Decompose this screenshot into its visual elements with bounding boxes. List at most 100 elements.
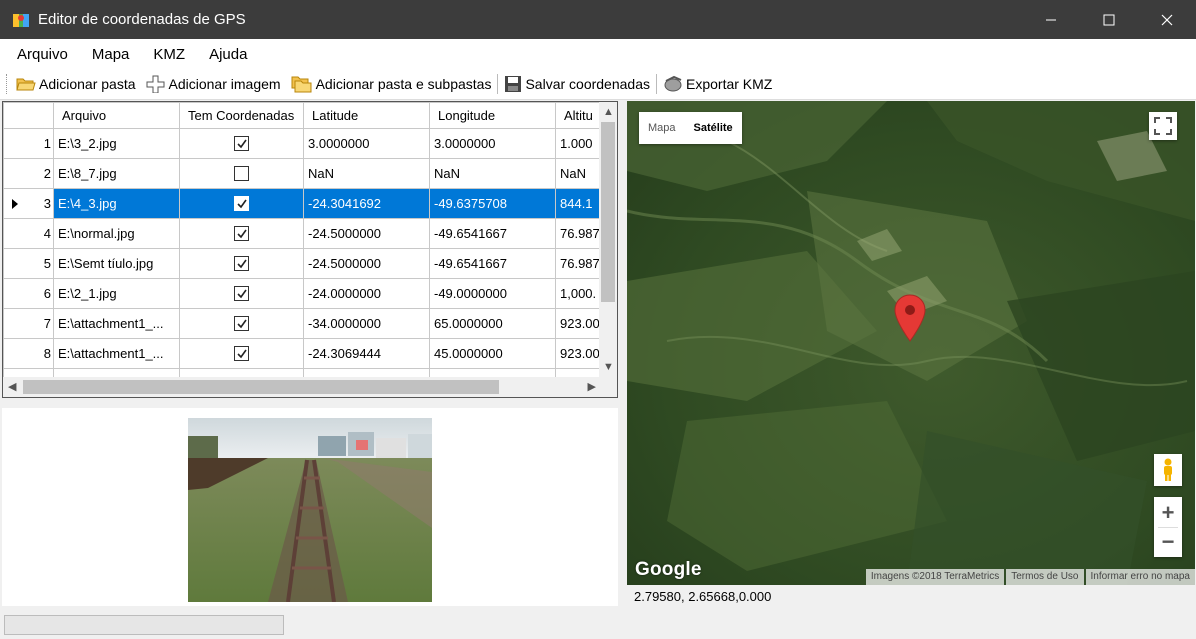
column-header-latitude[interactable]: Latitude [303,102,430,129]
has-coordinates-checkbox[interactable] [234,226,249,241]
checkmark-icon [236,259,247,268]
table-row[interactable]: 2 E:\8_7.jpg NaN NaN NaN [3,158,616,189]
table-row[interactable]: 4 E:\normal.jpg -24.5000000 -49.6541667 76.9… [3,218,616,249]
title-bar: Editor de coordenadas de GPS [0,0,1196,39]
grid-horizontal-scrollbar[interactable]: ◀ ▶ [3,377,601,397]
cell-latitude[interactable]: -24.5000000 [303,248,430,279]
map-type-mapa[interactable]: Mapa [639,122,685,134]
has-coordinates-checkbox[interactable] [234,286,249,301]
cell-latitude[interactable]: -34.0000000 [303,308,430,339]
cell-arquivo[interactable]: E:\8_7.jpg [53,158,180,189]
menu-ajuda[interactable]: Ajuda [201,46,255,63]
has-coordinates-checkbox[interactable] [234,316,249,331]
cell-arquivo[interactable]: E:\normal.jpg [53,218,180,249]
vertical-scroll-thumb[interactable] [601,122,615,302]
scroll-down-icon[interactable]: ▼ [603,361,614,373]
map-type-satelite[interactable]: Satélite [685,122,742,134]
cell-arquivo[interactable]: E:\2_1.jpg [53,278,180,309]
cell-longitude[interactable]: -49.6541667 [429,248,556,279]
table-row[interactable]: 5 E:\Semt tíulo.jpg -24.5000000 -49.6541667… [3,248,616,279]
cell-tem-coordenadas [179,188,304,219]
add-folder-subfolders-button[interactable]: Adicionar pasta e subpastas [291,75,492,93]
save-coordinates-button[interactable]: Salvar coordenadas [504,75,650,93]
row-number: 1 [43,136,51,151]
toolbar-grip[interactable] [6,74,10,94]
row-header[interactable]: 5 [3,248,54,279]
scroll-up-icon[interactable]: ▲ [603,106,614,118]
cell-longitude[interactable]: 45.0000000 [429,338,556,369]
report-error-link[interactable]: Informar erro no mapa [1085,569,1195,585]
cell-arquivo[interactable]: E:\3_2.jpg [53,128,180,159]
fullscreen-button[interactable] [1149,112,1177,140]
add-folder-subfolders-label: Adicionar pasta e subpastas [315,76,492,92]
cell-tem-coordenadas [179,308,304,339]
has-coordinates-checkbox[interactable] [234,166,249,181]
fullscreen-icon [1154,117,1172,135]
row-header[interactable]: 1 [3,128,54,159]
cell-arquivo[interactable]: E:\Semt tíulo.jpg [53,248,180,279]
table-row[interactable]: 3 E:\4_3.jpg -24.3041692 -49.6375708 844.1 [3,188,616,219]
cell-longitude[interactable]: -49.0000000 [429,278,556,309]
cell-arquivo[interactable]: E:\4_3.jpg [53,188,180,219]
add-folder-button[interactable]: Adicionar pasta [16,76,136,92]
street-view-pegman-button[interactable] [1154,454,1182,486]
add-image-button[interactable]: Adicionar imagem [146,75,281,93]
row-header[interactable]: 3 [3,188,54,219]
cell-latitude[interactable]: -24.3069444 [303,338,430,369]
checkmark-icon [236,139,247,148]
grid-vertical-scrollbar[interactable]: ▲ ▼ [599,102,617,377]
cell-latitude[interactable]: 3.0000000 [303,128,430,159]
export-kmz-button[interactable]: Exportar KMZ [663,75,772,93]
cell-arquivo[interactable]: E:\attachment1_... [53,338,180,369]
menu-arquivo[interactable]: Arquivo [9,46,76,63]
row-number: 2 [43,166,51,181]
menu-kmz[interactable]: KMZ [145,46,193,63]
pegman-icon [1164,458,1172,481]
table-row[interactable]: 6 E:\2_1.jpg -24.0000000 -49.0000000 1,000. [3,278,616,309]
map-view[interactable]: Mapa Satélite + − Google Imagens ©2018 T… [627,101,1195,585]
has-coordinates-checkbox[interactable] [234,256,249,271]
close-button[interactable] [1138,0,1196,39]
row-number: 8 [43,346,51,361]
scroll-corner [599,377,617,397]
column-header-arquivo[interactable]: Arquivo [53,102,180,129]
zoom-in-button[interactable]: + [1162,499,1175,527]
scroll-left-icon[interactable]: ◀ [8,381,16,393]
row-header[interactable]: 7 [3,308,54,339]
maximize-button[interactable] [1080,0,1138,39]
location-marker-icon [894,294,926,342]
row-header[interactable]: 2 [3,158,54,189]
cell-longitude[interactable]: -49.6375708 [429,188,556,219]
table-row[interactable]: 1 E:\3_2.jpg 3.0000000 3.0000000 1.000 [3,128,616,159]
menu-mapa[interactable]: Mapa [84,46,138,63]
cell-latitude[interactable]: -24.0000000 [303,278,430,309]
cell-longitude[interactable]: -49.6541667 [429,218,556,249]
cell-latitude[interactable]: -24.5000000 [303,218,430,249]
cell-longitude[interactable]: 3.0000000 [429,128,556,159]
column-header-longitude[interactable]: Longitude [429,102,556,129]
table-row[interactable]: 8 E:\attachment1_... -24.3069444 45.0000000… [3,338,616,369]
has-coordinates-checkbox[interactable] [234,136,249,151]
has-coordinates-checkbox[interactable] [234,196,249,211]
cell-latitude[interactable]: NaN [303,158,430,189]
table-row[interactable]: 7 E:\attachment1_... -34.0000000 65.0000000… [3,308,616,339]
checkmark-icon [236,319,247,328]
satellite-imagery [627,101,1195,585]
column-header-tem-coordenadas[interactable]: Tem Coordenadas [179,102,304,129]
scroll-right-icon[interactable]: ▶ [588,381,596,393]
row-header[interactable]: 4 [3,218,54,249]
cell-longitude[interactable]: 65.0000000 [429,308,556,339]
row-header[interactable]: 6 [3,278,54,309]
row-header[interactable]: 8 [3,338,54,369]
terms-link[interactable]: Termos de Uso [1006,569,1084,585]
minimize-button[interactable] [1022,0,1080,39]
cell-longitude[interactable]: NaN [429,158,556,189]
cell-arquivo[interactable]: E:\attachment1_... [53,308,180,339]
image-grid[interactable]: Arquivo Tem Coordenadas Latitude Longitu… [2,101,618,398]
zoom-out-button[interactable]: − [1162,528,1175,556]
horizontal-scroll-thumb[interactable] [23,380,499,394]
cell-latitude[interactable]: -24.3041692 [303,188,430,219]
has-coordinates-checkbox[interactable] [234,346,249,361]
imagery-credit: Imagens ©2018 TerraMetrics [865,569,1005,585]
row-number: 4 [43,226,51,241]
